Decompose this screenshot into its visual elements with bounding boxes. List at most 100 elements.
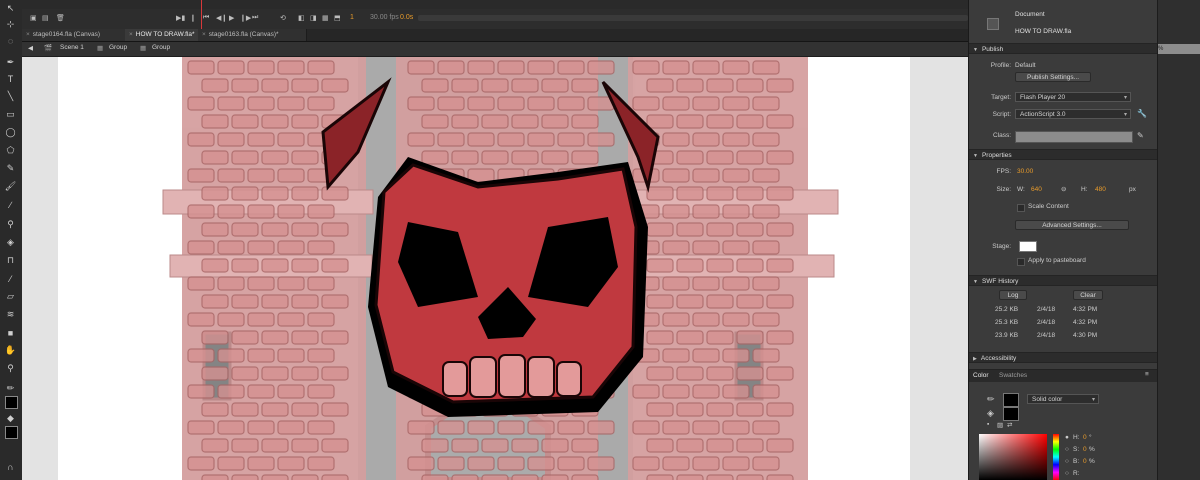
brush-tool-icon[interactable]: 🖌 [3,180,18,193]
rewind-icon[interactable]: ⏮ [203,14,209,22]
height-value[interactable]: 480 [1095,186,1106,193]
hand-tool-icon[interactable]: ✋ [3,344,18,357]
script-select[interactable]: ActionScript 3.0 [1015,109,1131,120]
snap-magnet-icon[interactable]: ∩ [3,460,18,473]
polystar-tool-icon[interactable]: ⬠ [3,144,18,157]
edit-class-icon[interactable]: ✎ [1137,131,1144,140]
bone-tool-icon[interactable]: ⚲ [3,218,18,231]
close-icon[interactable]: × [26,31,30,38]
ink-bottle-icon[interactable]: ⊓ [3,254,18,267]
publish-header[interactable]: ▼ Publish [969,43,1157,54]
eyedropper-tool-icon[interactable]: ⁄ [3,272,18,285]
zoom-tool-icon[interactable]: ⚲ [3,362,18,375]
tab-how-to-draw[interactable]: × HOW TO DRAW.fla* [125,29,206,41]
playhead[interactable] [201,0,202,29]
zoom-fragment[interactable]: % [1158,44,1200,54]
text-tool-icon[interactable]: T [3,72,18,85]
line-tool-icon[interactable]: ╲ [3,90,18,103]
pasteboard-checkbox[interactable] [1017,258,1025,266]
timeline-scrollbar[interactable] [418,15,968,21]
onion-markers-icon[interactable]: ⬒ [334,14,341,22]
pen-tool-icon[interactable]: ✒ [3,56,18,69]
artwork[interactable] [58,57,910,480]
swap-colors-icon[interactable]: ⇄ [1007,421,1012,429]
log-button[interactable]: Log [999,290,1027,300]
hue-slider[interactable] [1053,434,1059,480]
step-back-icon[interactable]: ◀❙ [216,14,227,22]
red-radio-icon[interactable]: ○ [1065,470,1069,477]
brightness-radio-icon[interactable]: ○ [1065,458,1069,465]
new-folder-icon[interactable]: ▤ [42,14,49,22]
new-layer-icon[interactable]: ▣ [30,14,37,22]
color-picker-field[interactable] [979,434,1047,480]
accessibility-header[interactable]: ▶ Accessibility [969,352,1157,363]
fill-swatch[interactable] [1003,407,1019,421]
selection-tool-icon[interactable]: ↖ [3,2,18,15]
close-icon[interactable]: × [202,31,206,38]
camera-tool-icon[interactable]: ■ [3,326,18,339]
tab-swatches[interactable]: Swatches [999,372,1027,379]
fill-color-icon[interactable]: ◆ [3,412,18,425]
stroke-swatch[interactable] [1003,393,1019,407]
advanced-settings-button[interactable]: Advanced Settings... [1015,220,1129,230]
delete-layer-icon[interactable]: 🗑 [56,14,65,22]
tab-stage0164[interactable]: × stage0164.fla (Canvas) [22,29,133,41]
clear-button[interactable]: Clear [1073,290,1103,300]
tab-color[interactable]: Color [973,372,989,379]
publish-settings-button[interactable]: Publish Settings... [1015,72,1091,82]
oval-tool-icon[interactable]: ◯ [3,126,18,139]
saturation-radio-icon[interactable]: ○ [1065,446,1069,453]
stroke-color-swatch[interactable] [5,396,18,409]
hue-value[interactable]: 0 [1083,434,1087,441]
play-icon[interactable]: ▶ [229,14,234,22]
close-icon[interactable]: × [129,31,133,38]
pencil-tool-icon[interactable]: ✎ [3,162,18,175]
scale-content-checkbox[interactable] [1017,204,1025,212]
saturation-value[interactable]: 0 [1083,446,1087,453]
fps-value[interactable]: 30.00 [1017,168,1033,175]
black-white-icon[interactable]: ▪ [987,421,989,428]
eraser-tool-icon[interactable]: ▱ [3,290,18,303]
color-type-select[interactable]: Solid color [1027,394,1099,405]
loop-icon[interactable]: ❙ [190,14,196,22]
onion-outline-icon[interactable]: ◨ [310,14,317,22]
stroke-color-icon[interactable]: ✏ [3,382,18,395]
link-dimensions-icon[interactable]: ⊖ [1061,185,1066,193]
panel-menu-icon[interactable]: ≡ [1145,371,1149,378]
paint-bucket-icon[interactable]: ◈ [3,236,18,249]
breadcrumb-group-1[interactable]: Group [109,44,127,51]
stage-canvas[interactable] [58,57,910,480]
pasteboard[interactable] [22,57,968,480]
rectangle-tool-icon[interactable]: ▭ [3,108,18,121]
fill-color-swatch[interactable] [5,426,18,439]
hue-radio-icon[interactable]: ● [1065,434,1069,441]
wrench-icon[interactable]: 🔧 [1137,109,1147,118]
breadcrumb-scene[interactable]: Scene 1 [60,44,84,51]
onion-skin-icon[interactable]: ◧ [298,14,305,22]
stroke-color-icon[interactable]: ✏ [987,394,995,405]
stage-color-swatch[interactable] [1019,241,1037,252]
current-frame[interactable]: 1 [350,14,354,21]
time-readout[interactable]: 0.0s [400,14,413,21]
fill-color-icon[interactable]: ◈ [987,408,994,419]
paintbrush-tool-icon[interactable]: ∕ [3,198,18,211]
edit-multiple-icon[interactable]: ▦ [322,14,329,22]
class-input[interactable] [1015,131,1133,143]
fps-readout[interactable]: 30.00 fps [370,14,399,21]
step-forward-icon[interactable]: ❙▶ [240,14,251,22]
back-arrow-icon[interactable]: ◀ [28,44,33,52]
swf-history-header[interactable]: ▼ SWF History [969,275,1157,286]
width-tool-icon[interactable]: ≋ [3,308,18,321]
go-first-frame-icon[interactable]: ▶▮ [176,14,185,22]
subselection-tool-icon[interactable]: ⊹ [3,18,18,31]
breadcrumb-group-2[interactable]: Group [152,44,170,51]
width-value[interactable]: 640 [1031,186,1042,193]
tab-stage0163[interactable]: × stage0163.fla (Canvas)* [198,29,307,41]
brightness-value[interactable]: 0 [1083,458,1087,465]
target-select[interactable]: Flash Player 20 [1015,92,1131,103]
go-last-frame-icon[interactable]: ⏭ [252,14,258,22]
properties-header[interactable]: ▼ Properties [969,149,1157,160]
no-color-icon[interactable]: ▨ [997,421,1003,429]
lasso-tool-icon[interactable]: ◌ [3,34,18,47]
loop-playback-icon[interactable]: ⟲ [280,14,286,22]
